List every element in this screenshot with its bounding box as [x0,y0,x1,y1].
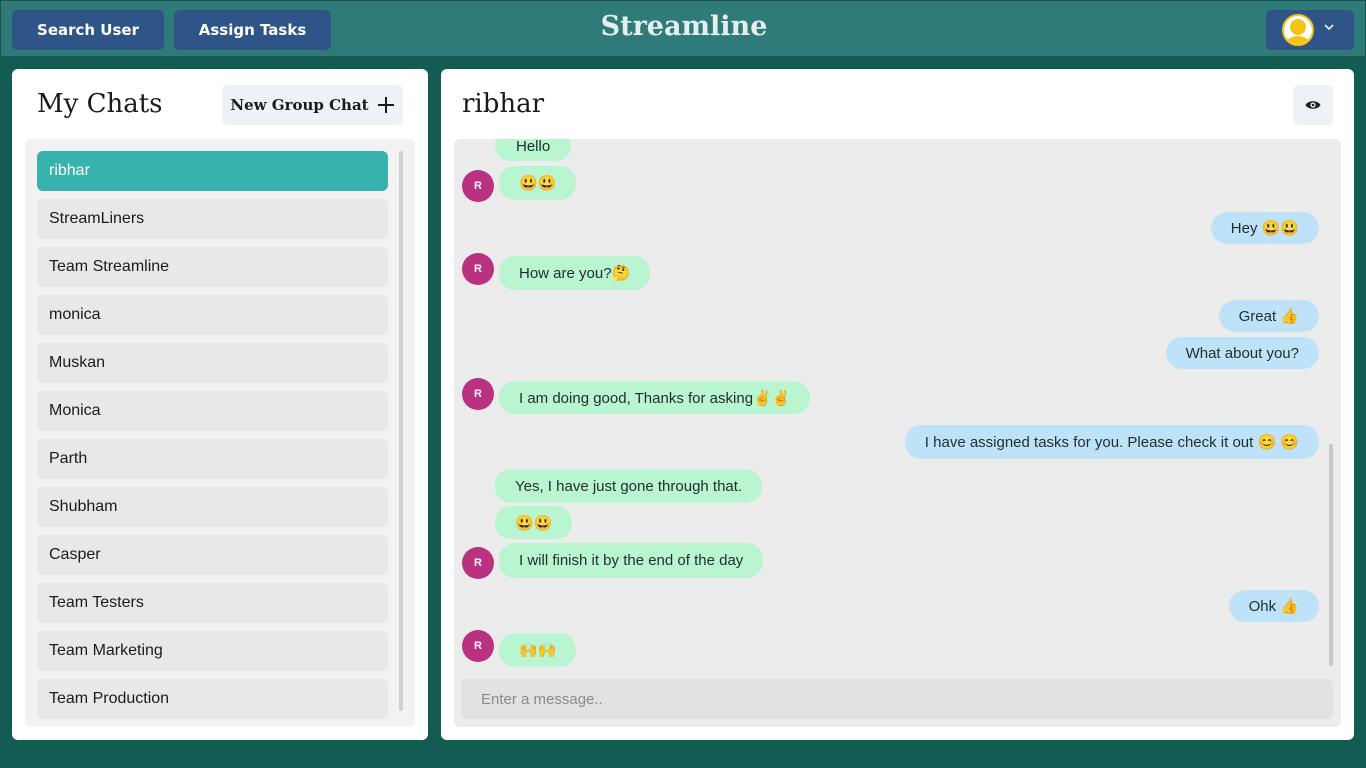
message-bubble-incoming: 😃😃 [499,166,577,200]
message-bubble-outgoing: Hey 😃😃 [1210,212,1319,244]
chat-item-muskan[interactable]: Muskan [37,343,388,383]
chat-item-casper[interactable]: Casper [37,535,388,575]
conversation-panel: ribhar Hello R 😃😃 Hey 😃😃 R How are you?🤔… [441,69,1354,740]
sender-avatar: R [462,253,494,285]
chat-item-ribhar[interactable]: ribhar [37,151,388,191]
view-profile-button[interactable] [1293,85,1333,125]
message-bubble-outgoing: Ohk 👍 [1228,590,1319,622]
message-bubble-incoming: Yes, I have just gone through that. [495,469,763,503]
chat-item-team-production[interactable]: Team Production [37,679,388,719]
chat-item-streamliners[interactable]: StreamLiners [37,199,388,239]
chat-item-team-streamline[interactable]: Team Streamline [37,247,388,287]
chat-item-team-marketing[interactable]: Team Marketing [37,631,388,671]
chat-item-monica[interactable]: Monica [37,391,388,431]
assign-tasks-button[interactable]: Assign Tasks [174,10,331,50]
my-chats-panel: My Chats New Group Chat ribhar StreamLin… [12,69,428,740]
message-bubble-incoming: Hello [495,139,572,161]
message-input[interactable] [461,679,1333,719]
chat-item-monica-lower[interactable]: monica [37,295,388,335]
message-bubble-incoming: I am doing good, Thanks for asking✌✌ [499,381,811,414]
chat-item-team-testers[interactable]: Team Testers [37,583,388,623]
message-bubble-outgoing: Great 👍 [1218,300,1319,332]
message-scrollbar[interactable] [1329,444,1333,666]
chat-item-parth[interactable]: Parth [37,439,388,479]
chat-item-shubham[interactable]: Shubham [37,487,388,527]
new-group-chat-button[interactable]: New Group Chat [222,85,403,125]
chat-list: ribhar StreamLiners Team Streamline moni… [25,139,415,727]
message-bubble-incoming: 😃😃 [495,506,573,539]
plus-icon [377,97,394,113]
new-group-chat-label: New Group Chat [230,96,369,114]
message-area: Hello R 😃😃 Hey 😃😃 R How are you?🤔 Great … [454,139,1341,727]
message-bubble-incoming: How are you?🤔 [499,256,651,290]
sender-avatar: R [462,378,494,410]
chevron-down-icon [1324,24,1334,31]
sender-avatar: R [462,630,494,662]
my-chats-title: My Chats [37,89,163,119]
eye-icon [1305,101,1321,109]
top-bar: Search User Assign Tasks Streamline [0,0,1366,57]
search-user-button[interactable]: Search User [12,10,164,50]
sender-avatar: R [462,170,494,202]
message-bubble-outgoing: What about you? [1165,337,1319,369]
chat-list-scrollbar[interactable] [399,151,403,711]
profile-menu-button[interactable] [1266,10,1354,50]
message-bubble-outgoing: I have assigned tasks for you. Please ch… [904,425,1319,459]
sender-avatar: R [462,547,494,579]
message-bubble-incoming: 🙌🙌 [499,633,577,667]
message-bubble-incoming: I will finish it by the end of the day [499,543,764,578]
conversation-title: ribhar [462,89,545,119]
user-avatar-icon [1282,14,1314,46]
